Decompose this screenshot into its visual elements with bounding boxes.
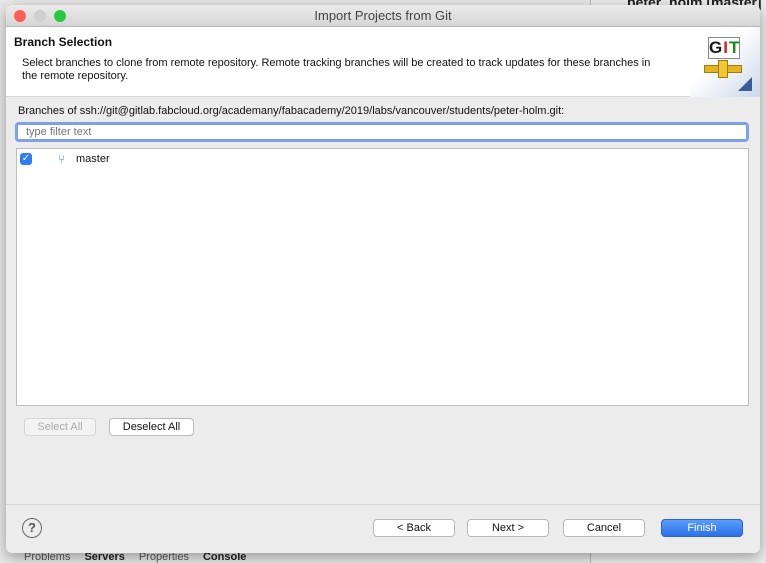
filter-input[interactable] [15, 122, 749, 142]
select-all-button[interactable]: Select All [24, 418, 96, 436]
help-icon[interactable]: ? [22, 518, 42, 538]
zoom-window-button[interactable] [54, 10, 66, 22]
close-window-button[interactable] [14, 10, 26, 22]
branch-list: ✓ ⑂ master [16, 148, 749, 406]
branches-label: Branches of ssh://git@gitlab.fabcloud.or… [18, 105, 565, 117]
next-button[interactable]: Next > [467, 519, 549, 537]
page-title: Branch Selection [14, 35, 113, 49]
cancel-button[interactable]: Cancel [563, 519, 645, 537]
git-logo-icon: GIT [690, 27, 760, 97]
import-dialog: Import Projects from Git Branch Selectio… [6, 5, 760, 553]
title-bar: Import Projects from Git [6, 5, 760, 27]
back-button[interactable]: < Back [373, 519, 455, 537]
minimize-window-button[interactable] [34, 10, 46, 22]
branch-checkbox[interactable]: ✓ [20, 153, 32, 165]
deselect-all-button[interactable]: Deselect All [109, 418, 194, 436]
branch-name: master [76, 153, 110, 165]
window-title: Import Projects from Git [314, 8, 452, 23]
wizard-header: Branch Selection Select branches to clon… [6, 27, 760, 97]
page-description: Select branches to clone from remote rep… [22, 57, 651, 82]
branch-icon: ⑂ [58, 152, 66, 166]
divider [6, 504, 760, 505]
list-item[interactable]: ✓ ⑂ master [20, 151, 110, 167]
finish-button[interactable]: Finish [661, 519, 743, 537]
